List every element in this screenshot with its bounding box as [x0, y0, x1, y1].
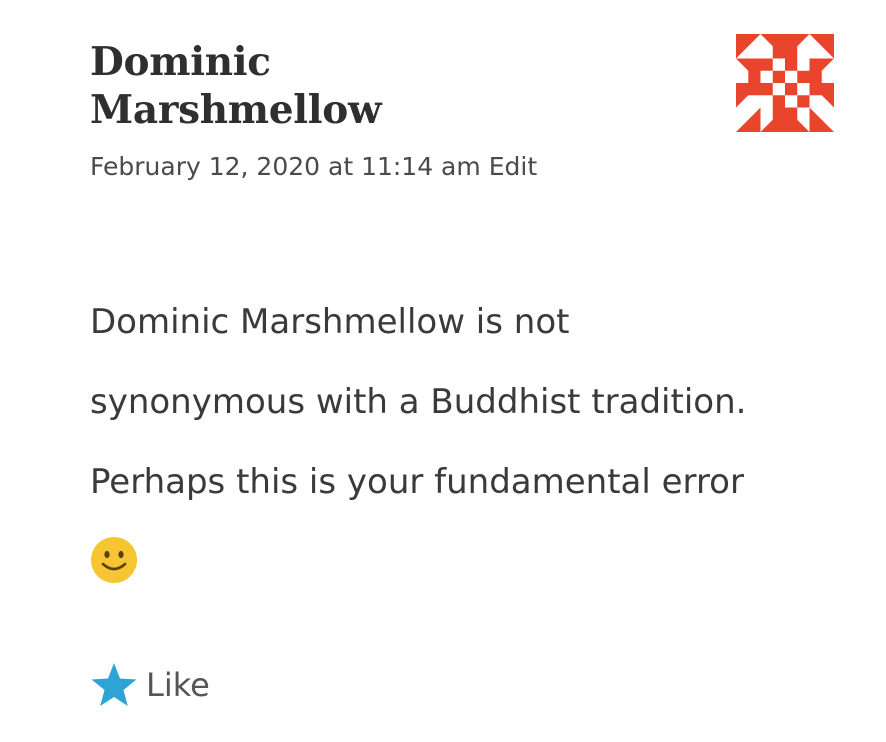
comment-meta: February 12, 2020 at 11:14 am Edit [90, 150, 537, 184]
like-label: Like [146, 666, 210, 704]
avatar[interactable] [736, 34, 834, 132]
comment: Dominic Marshmellow February 12, 2020 at… [0, 0, 886, 742]
edit-link[interactable]: Edit [489, 152, 537, 181]
slightly-smiling-face-icon [91, 537, 137, 583]
comment-body-line-3: Perhaps this is your fundamental error [90, 462, 744, 502]
comment-body-line-1: Dominic Marshmellow is not [90, 302, 570, 342]
author-name-line-1: Dominic [90, 39, 271, 85]
author-name-line-2: Marshmellow [90, 87, 382, 133]
comment-author-name[interactable]: Dominic Marshmellow [90, 38, 650, 134]
like-button[interactable]: Like [90, 657, 210, 713]
comment-timestamp-link[interactable]: February 12, 2020 at 11:14 am [90, 152, 481, 181]
comment-body: Dominic Marshmellow is not synonymous wi… [90, 282, 860, 522]
star-icon [91, 663, 137, 706]
comment-body-line-2: synonymous with a Buddhist tradition. [90, 382, 747, 422]
